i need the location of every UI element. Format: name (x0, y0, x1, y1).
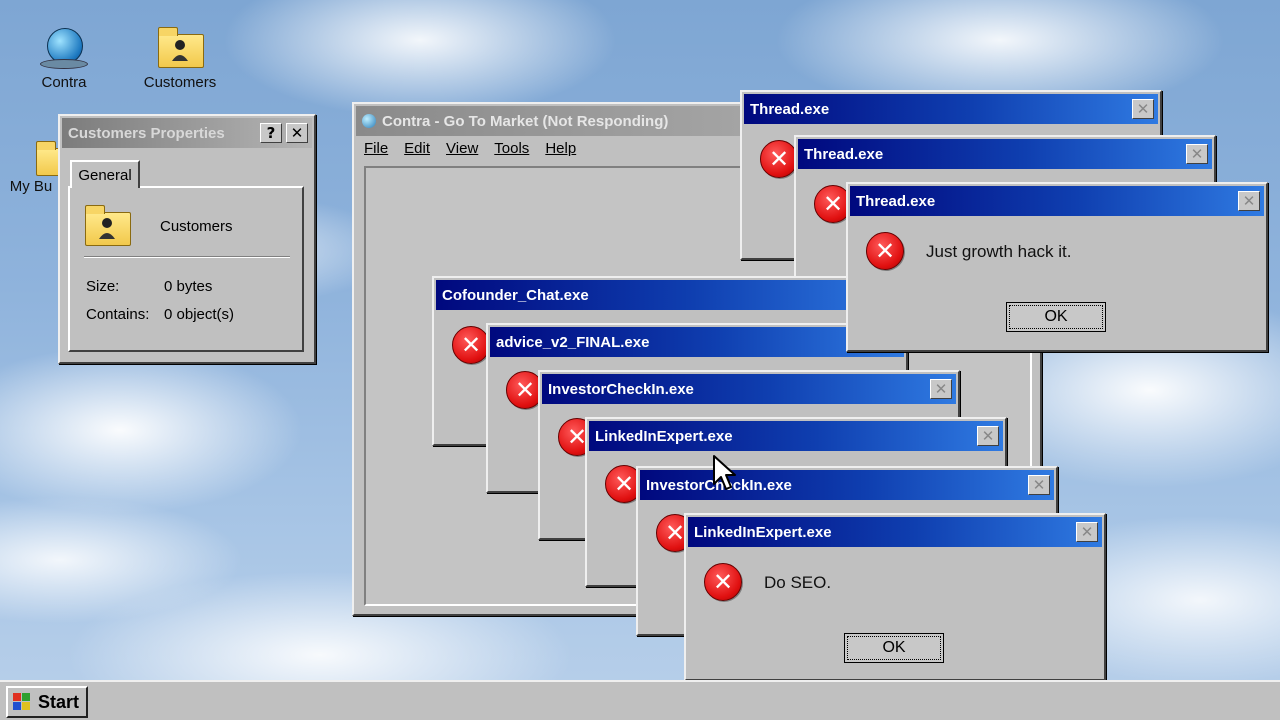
folder-icon (84, 204, 131, 246)
dialog-title: Cofounder_Chat.exe (442, 286, 589, 304)
close-button[interactable]: ✕ (286, 123, 308, 143)
folder-name: Customers (160, 218, 233, 235)
desktop-icon-contra[interactable]: Contra (14, 26, 114, 91)
dialog-title: advice_v2_FINAL.exe (496, 333, 650, 351)
ok-button[interactable]: OK (844, 633, 944, 663)
dialog-titlebar[interactable]: Cofounder_Chat.exe (436, 280, 904, 310)
ok-button-label: OK (847, 636, 941, 660)
dialog-title: LinkedInExpert.exe (694, 523, 832, 541)
folder-icon (157, 26, 204, 68)
tab-label: General (78, 166, 132, 184)
dialog-title: InvestorCheckIn.exe (548, 380, 694, 398)
desktop-icon-label: Contra (41, 74, 87, 91)
close-button[interactable]: ✕ (1132, 99, 1154, 119)
error-icon: ✕ (866, 232, 904, 270)
app-icon (362, 113, 376, 128)
desktop-icon-label: My Bu (9, 178, 53, 195)
globe-icon (40, 26, 88, 69)
close-button[interactable]: ✕ (1238, 191, 1260, 211)
menu-bar: File Edit View Tools Help (364, 140, 576, 157)
dialog-title: Thread.exe (750, 100, 830, 118)
dialog-title: LinkedInExpert.exe (595, 427, 733, 445)
contains-label: Contains: (86, 306, 150, 323)
dialog-titlebar[interactable]: Thread.exe ✕ (744, 94, 1158, 124)
error-icon: ✕ (704, 563, 742, 601)
menu-tools[interactable]: Tools (494, 140, 529, 157)
help-button[interactable]: ? (260, 123, 282, 143)
menu-edit[interactable]: Edit (404, 140, 430, 157)
mouse-cursor-icon (713, 455, 736, 490)
dialog-linkedin-expert-2: LinkedInExpert.exe ✕ ✕ Do SEO. OK (684, 513, 1106, 681)
dialog-titlebar[interactable]: InvestorCheckIn.exe ✕ (640, 470, 1054, 500)
properties-titlebar[interactable]: Customers Properties ? ✕ (62, 118, 312, 148)
divider (84, 256, 290, 258)
start-label: Start (38, 691, 80, 712)
tab-panel: Customers Size: 0 bytes Contains: 0 obje… (68, 186, 304, 352)
start-button[interactable]: Start (6, 686, 88, 718)
dialog-titlebar[interactable]: LinkedInExpert.exe ✕ (589, 421, 1003, 451)
dialog-message: Just growth hack it. (926, 242, 1072, 261)
size-value: 0 bytes (164, 278, 213, 295)
menu-help[interactable]: Help (545, 140, 576, 157)
dialog-titlebar[interactable]: LinkedInExpert.exe ✕ (688, 517, 1102, 547)
dialog-titlebar[interactable]: InvestorCheckIn.exe ✕ (542, 374, 956, 404)
dialog-titlebar[interactable]: advice_v2_FINAL.exe (490, 327, 904, 357)
desktop-icon-label: Customers (143, 74, 217, 91)
close-button[interactable]: ✕ (1186, 144, 1208, 164)
size-label: Size: (86, 278, 120, 295)
close-button[interactable]: ✕ (977, 426, 999, 446)
error-icon: ✕ (760, 140, 798, 178)
desktop-icon-my-briefcase[interactable]: My Bu (0, 140, 66, 195)
dialog-titlebar[interactable]: Thread.exe ✕ (798, 139, 1212, 169)
desktop-icon-customers[interactable]: Customers (130, 26, 230, 91)
dialog-title: Thread.exe (804, 145, 884, 163)
ok-button-label: OK (1009, 305, 1103, 329)
contains-value: 0 object(s) (164, 306, 235, 323)
tab-general[interactable]: General (70, 160, 140, 188)
menu-file[interactable]: File (364, 140, 388, 157)
dialog-title: Thread.exe (856, 192, 936, 210)
windows-logo-icon (12, 692, 32, 712)
taskbar: Start (0, 680, 1280, 720)
close-button[interactable]: ✕ (1028, 475, 1050, 495)
menu-view[interactable]: View (446, 140, 478, 157)
ok-button[interactable]: OK (1006, 302, 1106, 332)
properties-window: Customers Properties ? ✕ General Custome… (58, 114, 316, 364)
error-icon: ✕ (452, 326, 490, 364)
dialog-titlebar[interactable]: Thread.exe ✕ (850, 186, 1264, 216)
window-title: Customers Properties (68, 124, 225, 142)
dialog-message: Do SEO. (764, 573, 832, 592)
window-title: Contra - Go To Market (Not Responding) (362, 113, 668, 130)
dialog-thread-3: Thread.exe ✕ ✕ Just growth hack it. OK (846, 182, 1268, 352)
close-button[interactable]: ✕ (930, 379, 952, 399)
close-button[interactable]: ✕ (1076, 522, 1098, 542)
